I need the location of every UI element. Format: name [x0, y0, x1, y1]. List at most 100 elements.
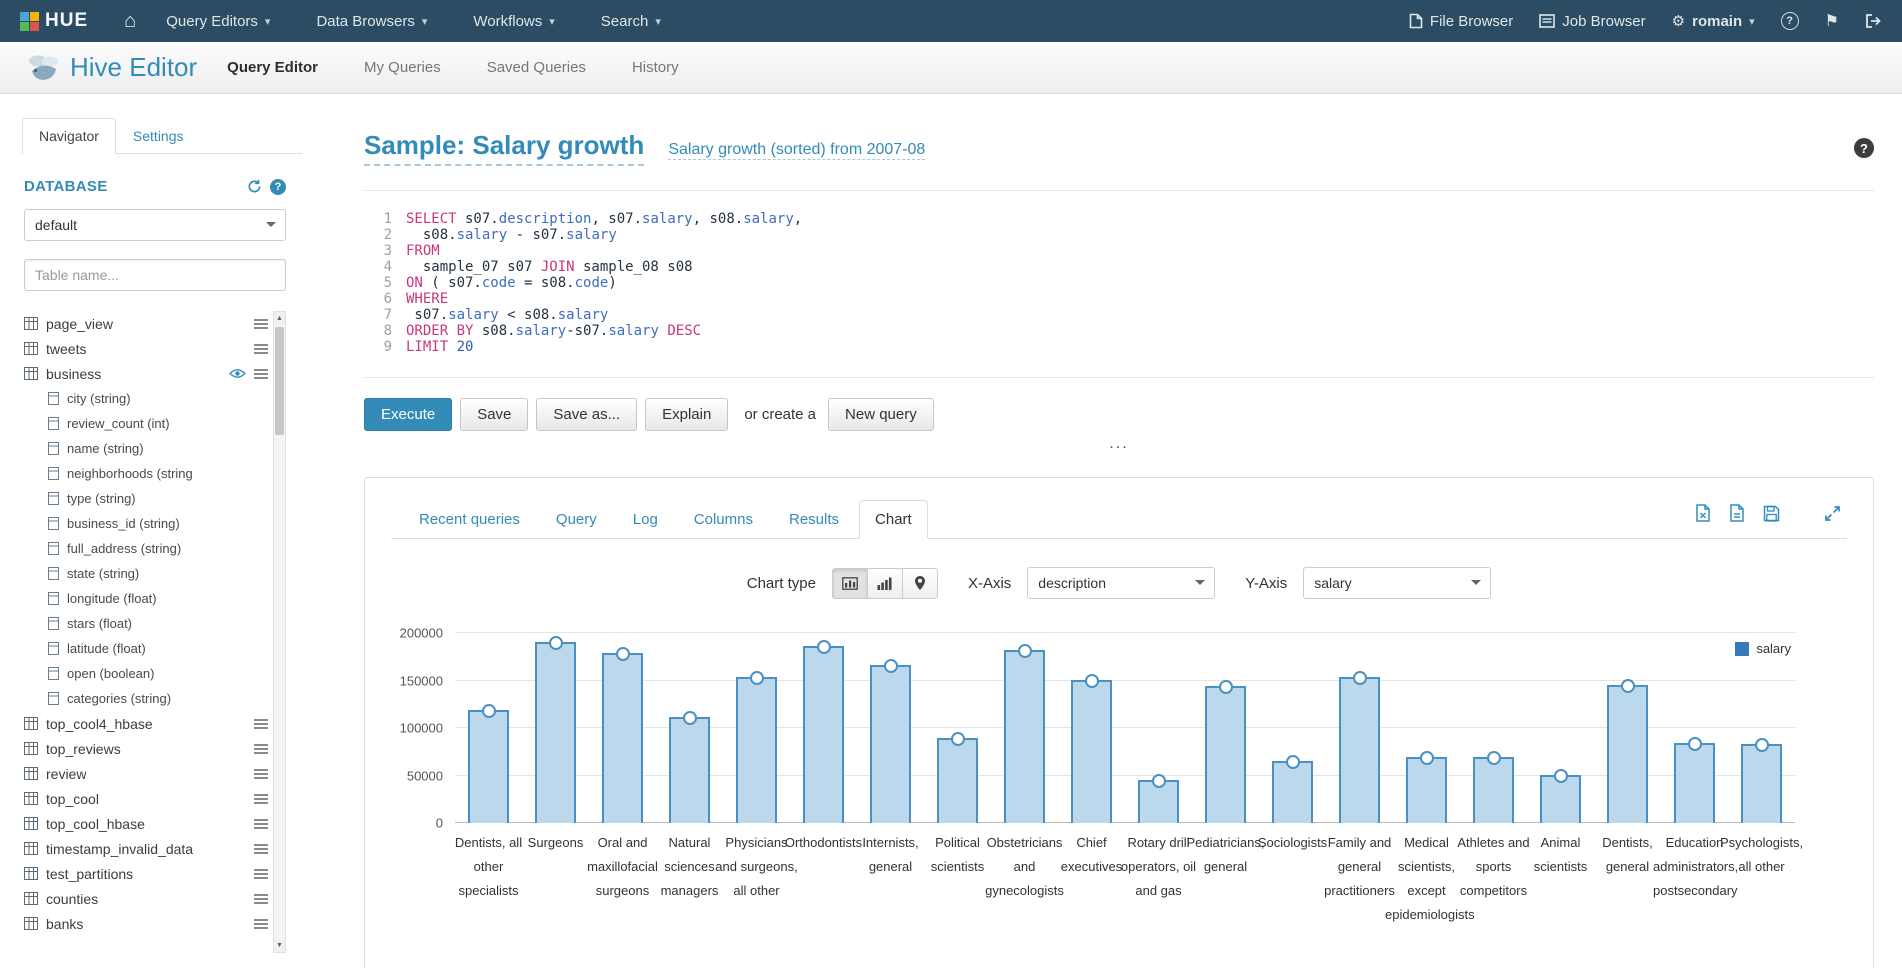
list-icon[interactable]: [254, 743, 268, 755]
table-item[interactable]: timestamp_invalid_data: [24, 836, 268, 861]
nav-search[interactable]: Search▾: [601, 13, 661, 30]
chart-type-columns-button[interactable]: [867, 568, 903, 599]
nav-workflows[interactable]: Workflows▾: [473, 13, 554, 30]
nav-query-editors[interactable]: Query Editors▾: [166, 13, 270, 30]
save-button[interactable]: Save: [460, 398, 528, 431]
chart-bar: [1071, 680, 1113, 823]
database-select[interactable]: default: [24, 209, 286, 241]
tab-my-queries[interactable]: My Queries: [364, 59, 441, 76]
column-item[interactable]: neighborhoods (string: [24, 461, 268, 486]
tab-history[interactable]: History: [632, 59, 679, 76]
table-item[interactable]: test_partitions: [24, 861, 268, 886]
nav-data-browsers[interactable]: Data Browsers▾: [316, 13, 427, 30]
column-item[interactable]: longitude (float): [24, 586, 268, 611]
table-item[interactable]: top_reviews: [24, 736, 268, 761]
sidebar-scrollbar[interactable]: ▲ ▼: [273, 311, 286, 953]
hive-logo-icon: [26, 53, 60, 83]
table-item[interactable]: banks: [24, 911, 268, 936]
download-csv-icon[interactable]: [1729, 504, 1745, 522]
file-browser-button[interactable]: File Browser: [1409, 13, 1513, 30]
list-icon[interactable]: [254, 768, 268, 780]
results-tab-log[interactable]: Log: [617, 500, 674, 539]
y-axis-tick-label: 150000: [400, 673, 443, 688]
hue-logo[interactable]: HUE: [20, 10, 88, 32]
feedback-button[interactable]: ⚑: [1825, 11, 1839, 31]
list-icon[interactable]: [254, 318, 268, 330]
database-help-icon[interactable]: ?: [270, 179, 286, 195]
line-number: 3: [364, 243, 392, 259]
save-results-icon[interactable]: [1763, 505, 1780, 522]
list-icon[interactable]: [254, 843, 268, 855]
results-tab-chart[interactable]: Chart: [859, 500, 928, 539]
list-icon[interactable]: [254, 718, 268, 730]
column-item[interactable]: open (boolean): [24, 661, 268, 686]
column-item[interactable]: categories (string): [24, 686, 268, 711]
query-title[interactable]: Sample: Salary growth: [364, 130, 644, 166]
sql-editor[interactable]: 123456789 SELECT s07.description, s07.sa…: [364, 190, 1874, 378]
list-icon[interactable]: [254, 793, 268, 805]
code-line: sample_07 s07 JOIN sample_08 s08: [406, 259, 802, 275]
table-item[interactable]: review: [24, 761, 268, 786]
chart-column: Surgeons: [522, 633, 589, 823]
column-icon: [48, 392, 59, 405]
column-item[interactable]: review_count (int): [24, 411, 268, 436]
results-tab-columns[interactable]: Columns: [678, 500, 769, 539]
list-icon[interactable]: [254, 368, 268, 380]
editor-code[interactable]: SELECT s07.description, s07.salary, s08.…: [406, 211, 802, 355]
eye-icon[interactable]: [229, 368, 246, 379]
tab-navigator[interactable]: Navigator: [22, 118, 116, 154]
list-icon[interactable]: [254, 343, 268, 355]
table-item[interactable]: top_cool_hbase: [24, 811, 268, 836]
refresh-icon[interactable]: [247, 179, 262, 194]
save-as-button[interactable]: Save as...: [536, 398, 637, 431]
table-item[interactable]: page_view: [24, 311, 268, 336]
column-item[interactable]: latitude (float): [24, 636, 268, 661]
table-item[interactable]: tweets: [24, 336, 268, 361]
column-item[interactable]: type (string): [24, 486, 268, 511]
table-item[interactable]: business: [24, 361, 268, 386]
query-subtitle-link[interactable]: Salary growth (sorted) from 2007-08: [668, 141, 925, 160]
scrollbar-thumb[interactable]: [275, 327, 284, 435]
tab-saved-queries[interactable]: Saved Queries: [487, 59, 586, 76]
scroll-up-arrow[interactable]: ▲: [274, 312, 285, 325]
execute-button[interactable]: Execute: [364, 398, 452, 431]
home-button[interactable]: ⌂: [124, 11, 136, 31]
list-icon[interactable]: [254, 893, 268, 905]
column-item[interactable]: state (string): [24, 561, 268, 586]
y-axis-select[interactable]: salary: [1303, 567, 1491, 599]
query-help-button[interactable]: ?: [1854, 138, 1874, 158]
results-tab-results[interactable]: Results: [773, 500, 855, 539]
chart-legend[interactable]: salary: [1735, 641, 1791, 656]
scroll-down-arrow[interactable]: ▼: [274, 939, 285, 952]
results-tab-query[interactable]: Query: [540, 500, 613, 539]
user-menu[interactable]: ⚙ romain ▾: [1672, 12, 1755, 30]
x-axis-select[interactable]: description: [1027, 567, 1215, 599]
list-icon[interactable]: [254, 868, 268, 880]
tab-settings[interactable]: Settings: [116, 118, 201, 154]
column-item[interactable]: city (string): [24, 386, 268, 411]
table-item[interactable]: top_cool: [24, 786, 268, 811]
tab-query-editor[interactable]: Query Editor: [227, 59, 318, 76]
database-select-wrap: default: [24, 209, 286, 241]
column-item[interactable]: full_address (string): [24, 536, 268, 561]
explain-button[interactable]: Explain: [645, 398, 728, 431]
chart-type-bars-button[interactable]: [832, 568, 868, 599]
code-line: WHERE: [406, 291, 802, 307]
download-xls-icon[interactable]: [1695, 504, 1711, 522]
results-tab-recent-queries[interactable]: Recent queries: [403, 500, 536, 539]
help-button[interactable]: ?: [1781, 12, 1799, 30]
new-query-button[interactable]: New query: [828, 398, 934, 431]
list-icon[interactable]: [254, 918, 268, 930]
table-item[interactable]: top_cool4_hbase: [24, 711, 268, 736]
expand-results-icon[interactable]: [1824, 505, 1841, 522]
table-item[interactable]: counties: [24, 886, 268, 911]
column-item[interactable]: name (string): [24, 436, 268, 461]
table-filter-input[interactable]: [24, 259, 286, 291]
job-browser-button[interactable]: Job Browser: [1539, 13, 1645, 30]
logout-button[interactable]: [1865, 13, 1882, 29]
column-item[interactable]: business_id (string): [24, 511, 268, 536]
list-icon[interactable]: [254, 818, 268, 830]
chart-type-map-button[interactable]: [902, 568, 938, 599]
column-item[interactable]: stars (float): [24, 611, 268, 636]
editor-resize-handle[interactable]: ...: [364, 435, 1874, 453]
